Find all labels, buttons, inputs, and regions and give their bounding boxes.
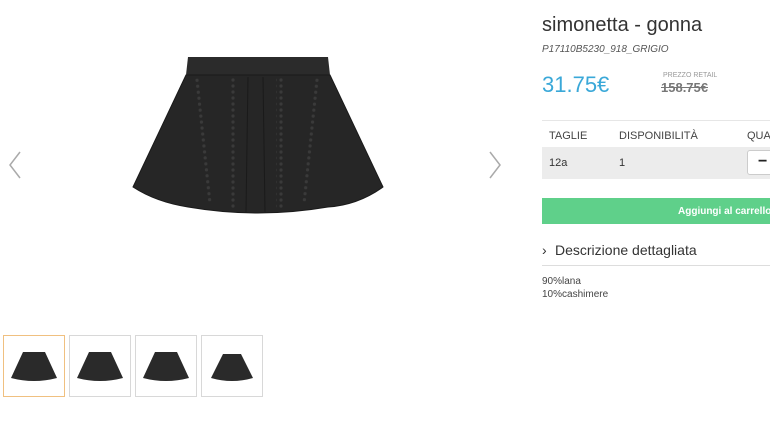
thumbnail[interactable] <box>201 335 263 397</box>
composition-line: 90%lana <box>542 276 581 287</box>
availability-value: 1 <box>619 157 626 169</box>
sizes-table-header: TAGLIE DISPONIBILITÀ QUA <box>542 120 770 147</box>
thumbnail[interactable] <box>135 335 197 397</box>
product-price: 31.75€ <box>542 72 610 97</box>
retail-price-label: PREZZO RETAIL <box>663 72 718 79</box>
product-info: simonetta - gonna P17110B5230_918_GRIGIO… <box>542 0 770 425</box>
table-row: 12a 1 − <box>542 147 770 179</box>
composition-text: 90%lana 10%cashimere <box>542 275 608 301</box>
gallery-next-button[interactable] <box>484 148 504 182</box>
product-gallery <box>0 0 520 425</box>
retail-price: 158.75€ <box>661 80 708 95</box>
product-main-image <box>132 57 384 214</box>
skirt-thumbnail-image <box>143 352 189 381</box>
quantity-decrease-button[interactable]: − <box>758 153 767 171</box>
chevron-left-icon <box>9 151 21 179</box>
thumbnail[interactable] <box>69 335 131 397</box>
add-to-cart-button[interactable]: Aggiungi al carrello <box>542 198 770 224</box>
description-toggle[interactable]: › Descrizione dettagliata <box>542 241 770 266</box>
thumbnail[interactable] <box>3 335 65 397</box>
add-to-cart-label: Aggiungi al carrello <box>678 206 770 217</box>
chevron-right-icon: › <box>542 242 547 258</box>
quantity-column-header: QUA <box>747 130 770 142</box>
size-value: 12a <box>549 157 568 169</box>
skirt-thumbnail-image <box>11 352 57 381</box>
size-column-header: TAGLIE <box>549 130 588 142</box>
product-title: simonetta - gonna <box>542 14 703 36</box>
description-toggle-label: Descrizione dettagliata <box>555 242 697 258</box>
thumbnail-strip <box>3 335 263 397</box>
availability-column-header: DISPONIBILITÀ <box>619 130 698 142</box>
skirt-thumbnail-image <box>77 352 123 381</box>
quantity-stepper[interactable]: − <box>747 150 770 175</box>
gallery-prev-button[interactable] <box>6 148 26 182</box>
chevron-right-icon <box>489 151 501 179</box>
skirt-thumbnail-image <box>211 354 253 381</box>
composition-line: 10%cashimere <box>542 289 609 300</box>
product-sku: P17110B5230_918_GRIGIO <box>542 44 669 55</box>
